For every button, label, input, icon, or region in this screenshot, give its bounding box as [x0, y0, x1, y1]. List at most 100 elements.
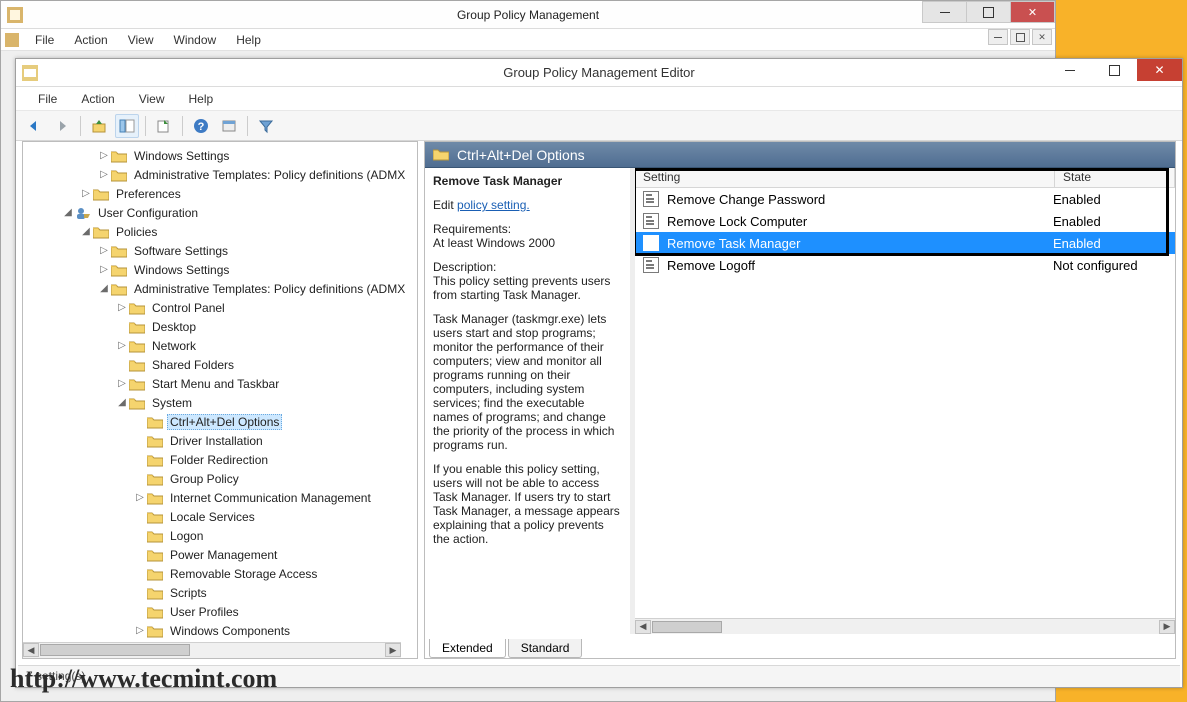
tree-node[interactable]: ◢Policies	[23, 222, 417, 241]
toolbar-show-tree-button[interactable]	[115, 114, 139, 138]
gpm-menu-file[interactable]: File	[25, 33, 64, 47]
column-setting[interactable]: Setting	[635, 168, 1055, 187]
list-row[interactable]: Remove Change PasswordEnabled	[635, 188, 1175, 210]
right-pane: Ctrl+Alt+Del Options Remove Task Manager…	[424, 141, 1176, 659]
tree-horizontal-scrollbar[interactable]: ◀ ▶	[23, 642, 401, 658]
expand-toggle-icon[interactable]: ◢	[79, 226, 93, 237]
tree-node[interactable]: ◢System	[23, 393, 417, 412]
scroll-left-button[interactable]: ◀	[23, 643, 39, 657]
expand-toggle-icon[interactable]: ▷	[97, 245, 111, 256]
tree-node[interactable]: ◢ User Configuration	[23, 203, 417, 222]
tab-standard[interactable]: Standard	[508, 639, 583, 658]
tree-node[interactable]: Scripts	[23, 583, 417, 602]
gpme-toolbar: ?	[16, 111, 1182, 141]
tree-node[interactable]: ▷ Windows Components	[23, 621, 417, 640]
expand-toggle-icon[interactable]: ▷	[133, 625, 147, 636]
tree-node[interactable]: Desktop	[23, 317, 417, 336]
tree-node[interactable]: Removable Storage Access	[23, 564, 417, 583]
expand-toggle-icon[interactable]: ▷	[79, 188, 93, 199]
expand-toggle-icon[interactable]: ▷	[97, 150, 111, 161]
gpme-maximize-button[interactable]	[1092, 59, 1137, 81]
toolbar-separator	[182, 116, 183, 136]
gpm-titlebar[interactable]: Group Policy Management	[1, 1, 1055, 29]
expand-toggle-icon[interactable]: ◢	[97, 283, 111, 294]
expand-toggle-icon[interactable]: ▷	[115, 378, 129, 389]
tree-node[interactable]: Folder Redirection	[23, 450, 417, 469]
list-row[interactable]: Remove LogoffNot configured	[635, 254, 1175, 276]
tree-node[interactable]: ▷Preferences	[23, 184, 417, 203]
expand-toggle-icon[interactable]: ▷	[97, 169, 111, 180]
tree-pane[interactable]: ▷Windows Settings▷Administrative Templat…	[22, 141, 418, 659]
list-row[interactable]: Remove Lock ComputerEnabled	[635, 210, 1175, 232]
tree-node-label: Scripts	[167, 585, 210, 601]
tree-node[interactable]: Logon	[23, 526, 417, 545]
gpme-menu-help[interactable]: Help	[177, 92, 226, 106]
scroll-left-button[interactable]: ◀	[635, 620, 651, 634]
settings-list[interactable]: Setting State Remove Change PasswordEnab…	[635, 168, 1175, 634]
gpm-menu-action[interactable]: Action	[64, 33, 117, 47]
tree-node[interactable]: ▷Network	[23, 336, 417, 355]
tree-node[interactable]: Ctrl+Alt+Del Options	[23, 412, 417, 431]
scroll-thumb[interactable]	[652, 621, 722, 633]
toolbar-back-button[interactable]	[22, 114, 46, 138]
tree-node-label: Windows Components	[167, 623, 293, 639]
gpme-menu-file[interactable]: File	[26, 92, 69, 106]
tree-node[interactable]: ▷Windows Settings	[23, 146, 417, 165]
gpme-close-button[interactable]	[1137, 59, 1182, 81]
expand-toggle-icon[interactable]: ◢	[115, 397, 129, 408]
gpme-menu-action[interactable]: Action	[69, 92, 126, 106]
tree-node[interactable]: Power Management	[23, 545, 417, 564]
tree-node-label: Folder Redirection	[167, 452, 271, 468]
tree-node[interactable]: User Profiles	[23, 602, 417, 621]
gpme-minimize-button[interactable]	[1047, 59, 1092, 81]
expand-toggle-icon[interactable]: ◢	[61, 207, 75, 218]
scroll-right-button[interactable]: ▶	[1159, 620, 1175, 634]
gpm-close-button[interactable]	[1010, 1, 1055, 23]
edit-policy-link[interactable]: policy setting.	[457, 198, 530, 212]
gpm-menu-view[interactable]: View	[118, 33, 164, 47]
toolbar-up-button[interactable]	[87, 114, 111, 138]
tree-node[interactable]: Group Policy	[23, 469, 417, 488]
tree-node[interactable]: ▷ Control Panel	[23, 298, 417, 317]
mdi-restore-button[interactable]	[1010, 29, 1030, 45]
gpm-minimize-button[interactable]	[922, 1, 967, 23]
toolbar-export-button[interactable]	[152, 114, 176, 138]
expand-toggle-icon[interactable]: ▷	[133, 492, 147, 503]
expand-toggle-icon[interactable]: ▷	[97, 264, 111, 275]
scroll-right-button[interactable]: ▶	[385, 643, 401, 657]
tree-node[interactable]: ◢Administrative Templates: Policy defini…	[23, 279, 417, 298]
tree-node[interactable]: Shared Folders	[23, 355, 417, 374]
tree-node[interactable]: ▷Administrative Templates: Policy defini…	[23, 165, 417, 184]
mdi-controls	[986, 29, 1052, 47]
list-horizontal-scrollbar[interactable]: ◀ ▶	[635, 618, 1175, 634]
tree-node[interactable]: Driver Installation	[23, 431, 417, 450]
tree-node-label: User Configuration	[95, 205, 201, 221]
scroll-thumb[interactable]	[40, 644, 190, 656]
tree-node-label: Ctrl+Alt+Del Options	[167, 414, 282, 430]
column-state[interactable]: State	[1055, 168, 1175, 187]
gpm-maximize-button[interactable]	[966, 1, 1011, 23]
tree-node[interactable]: ▷Start Menu and Taskbar	[23, 374, 417, 393]
expand-toggle-icon[interactable]: ▷	[115, 340, 129, 351]
tab-extended[interactable]: Extended	[429, 639, 506, 658]
mdi-close-button[interactable]	[1032, 29, 1052, 45]
list-row[interactable]: Remove Task ManagerEnabled	[635, 232, 1175, 254]
gpm-menu-window[interactable]: Window	[164, 33, 227, 47]
toolbar-forward-button[interactable]	[50, 114, 74, 138]
expand-toggle-icon[interactable]: ▷	[115, 302, 129, 313]
toolbar-help-button[interactable]: ?	[189, 114, 213, 138]
tree-node[interactable]: ▷Windows Settings	[23, 260, 417, 279]
list-header[interactable]: Setting State	[635, 168, 1175, 188]
gpm-menu-help[interactable]: Help	[226, 33, 271, 47]
tree-node[interactable]: Locale Services	[23, 507, 417, 526]
toolbar-filter-button[interactable]	[254, 114, 278, 138]
gpme-titlebar[interactable]: Group Policy Management Editor	[16, 59, 1182, 87]
tree-node[interactable]: ▷Software Settings	[23, 241, 417, 260]
tree-node-label: Power Management	[167, 547, 280, 563]
gpme-menu-view[interactable]: View	[127, 92, 177, 106]
tree-node-label: Control Panel	[149, 300, 228, 316]
tree-node[interactable]: ▷Internet Communication Management	[23, 488, 417, 507]
mdi-minimize-button[interactable]	[988, 29, 1008, 45]
toolbar-properties-button[interactable]	[217, 114, 241, 138]
row-state: Enabled	[1053, 214, 1173, 229]
